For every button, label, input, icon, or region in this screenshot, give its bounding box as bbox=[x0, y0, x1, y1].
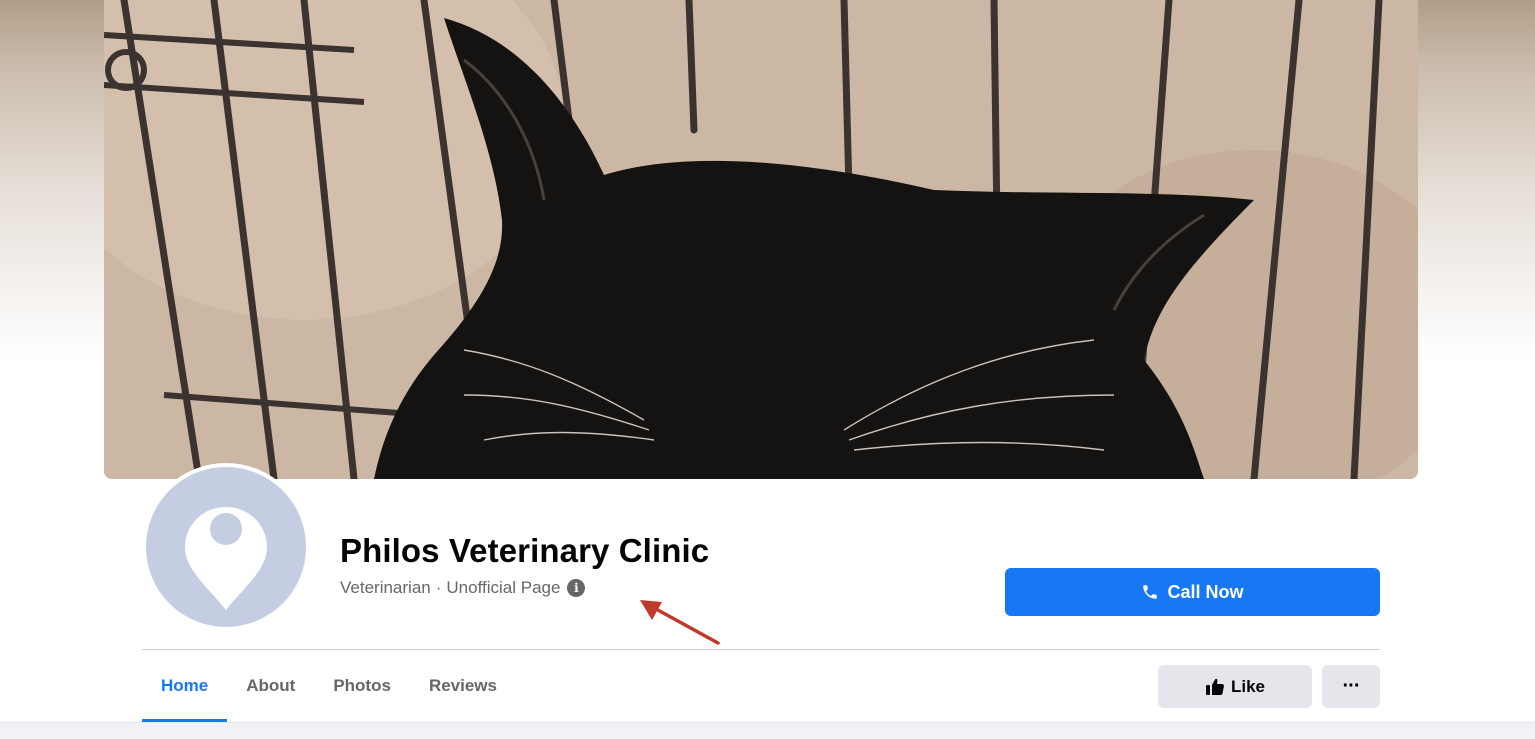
page-title: Philos Veterinary Clinic bbox=[340, 532, 710, 569]
subtitle-separator: · bbox=[435, 578, 442, 597]
thumbs-up-icon bbox=[1205, 678, 1225, 696]
like-button[interactable]: Like bbox=[1158, 665, 1312, 708]
avatar[interactable] bbox=[146, 467, 306, 627]
red-arrow-icon bbox=[640, 600, 720, 645]
category-label[interactable]: Veterinarian bbox=[340, 578, 431, 598]
call-now-button[interactable]: Call Now bbox=[1005, 568, 1380, 616]
info-icon[interactable]: i bbox=[567, 579, 586, 597]
cover-image-kitten bbox=[104, 0, 1418, 479]
page-subtitle: Veterinarian · Unofficial Page i bbox=[340, 578, 586, 598]
location-pin-icon bbox=[185, 507, 267, 610]
call-now-label: Call Now bbox=[1167, 581, 1244, 602]
tab-reviews[interactable]: Reviews bbox=[410, 650, 516, 722]
avatar-frame bbox=[142, 463, 310, 631]
more-options-button[interactable]: ··· bbox=[1322, 665, 1380, 708]
page: Philos Veterinary Clinic Veterinarian · … bbox=[0, 0, 1535, 739]
cover-photo[interactable] bbox=[104, 0, 1418, 479]
phone-icon bbox=[1141, 583, 1159, 601]
feed-background bbox=[0, 722, 1535, 739]
tab-home[interactable]: Home bbox=[142, 650, 228, 722]
tab-about[interactable]: About bbox=[227, 650, 314, 722]
like-label: Like bbox=[1230, 676, 1266, 696]
page-status-label[interactable]: Unofficial Page bbox=[446, 578, 560, 598]
tab-photos[interactable]: Photos bbox=[314, 650, 410, 722]
page-tabs: Home About Photos Reviews bbox=[142, 650, 516, 722]
page-header: Philos Veterinary Clinic Veterinarian · … bbox=[0, 463, 1535, 739]
